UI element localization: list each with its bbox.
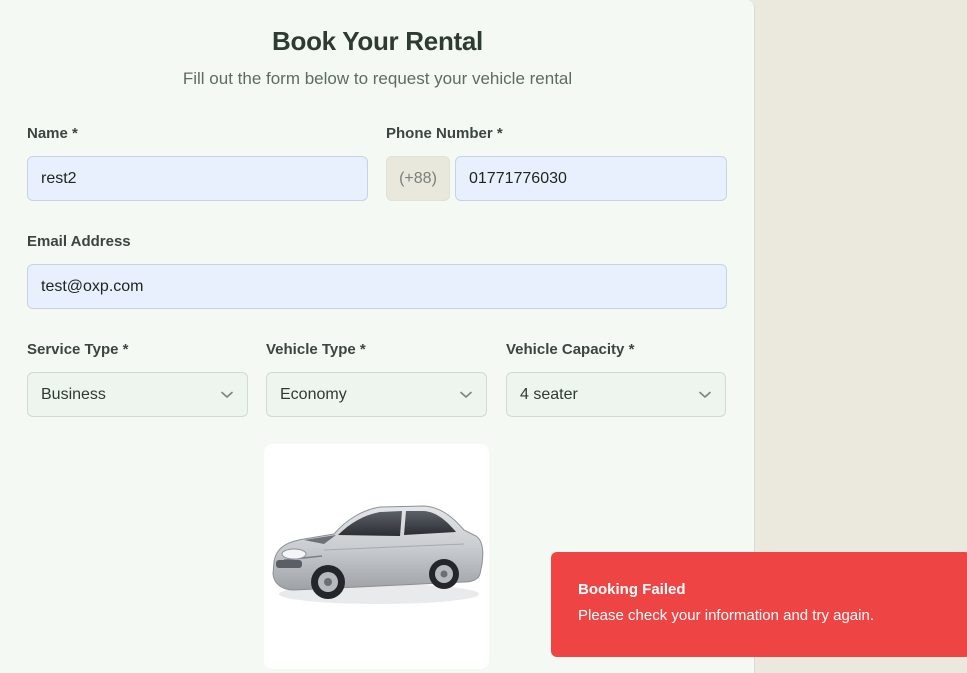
page-subtitle: Fill out the form below to request your … xyxy=(182,69,573,88)
service-type-label: Service Type * xyxy=(27,341,129,358)
chevron-down-icon xyxy=(459,388,473,402)
error-toast: Booking Failed Please check your informa… xyxy=(551,552,967,657)
vehicle-capacity-value: 4 seater xyxy=(520,385,578,403)
vehicle-type-select[interactable]: Economy xyxy=(266,372,487,417)
name-input[interactable]: rest2 xyxy=(27,156,368,201)
chevron-down-icon xyxy=(698,388,712,402)
phone-prefix: (+88) xyxy=(386,156,450,201)
page-title: Book Your Rental xyxy=(272,26,483,56)
vehicle-image xyxy=(264,444,489,669)
service-type-select[interactable]: Business xyxy=(27,372,248,417)
phone-label: Phone Number * xyxy=(386,125,503,142)
vehicle-type-value: Economy xyxy=(280,385,347,403)
toast-message: Please check your information and try ag… xyxy=(578,607,874,624)
email-input[interactable]: test@oxp.com xyxy=(27,264,727,309)
service-type-value: Business xyxy=(41,385,106,403)
chevron-down-icon xyxy=(220,388,234,402)
sedan-car-image xyxy=(272,505,484,604)
vehicle-type-label: Vehicle Type * xyxy=(266,341,366,358)
email-label: Email Address xyxy=(27,233,131,250)
vehicle-capacity-label: Vehicle Capacity * xyxy=(506,341,635,358)
page: Book Your Rental Fill out the form below… xyxy=(0,0,967,673)
name-label: Name * xyxy=(27,125,78,142)
name-input-value: rest2 xyxy=(41,169,77,187)
phone-input-value: 01771776030 xyxy=(469,169,567,187)
phone-input[interactable]: 01771776030 xyxy=(455,156,727,201)
email-input-value: test@oxp.com xyxy=(41,277,144,295)
vehicle-capacity-select[interactable]: 4 seater xyxy=(506,372,726,417)
toast-title: Booking Failed xyxy=(578,581,686,598)
